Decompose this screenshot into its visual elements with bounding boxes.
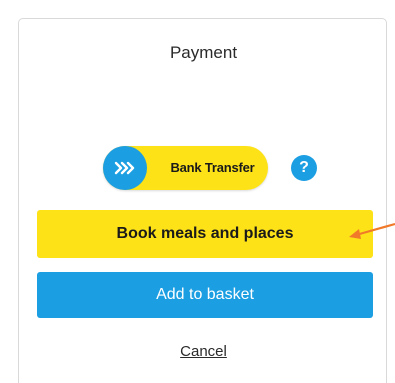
chevrons-right-icon	[103, 146, 147, 190]
bank-transfer-button[interactable]: Bank Transfer	[103, 146, 268, 190]
add-to-basket-button[interactable]: Add to basket	[37, 272, 373, 318]
arrow-left-icon	[348, 220, 395, 251]
bank-transfer-label: Bank Transfer	[170, 160, 255, 175]
payment-panel: Payment Bank Transfer ? Book meals and p…	[18, 18, 387, 383]
page: Payment Bank Transfer ? Book meals and p…	[0, 0, 395, 383]
cancel-link[interactable]: Cancel	[19, 343, 388, 360]
book-meals-button[interactable]: Book meals and places	[37, 210, 373, 258]
question-icon[interactable]: ?	[291, 155, 317, 181]
payment-title: Payment	[169, 43, 238, 62]
